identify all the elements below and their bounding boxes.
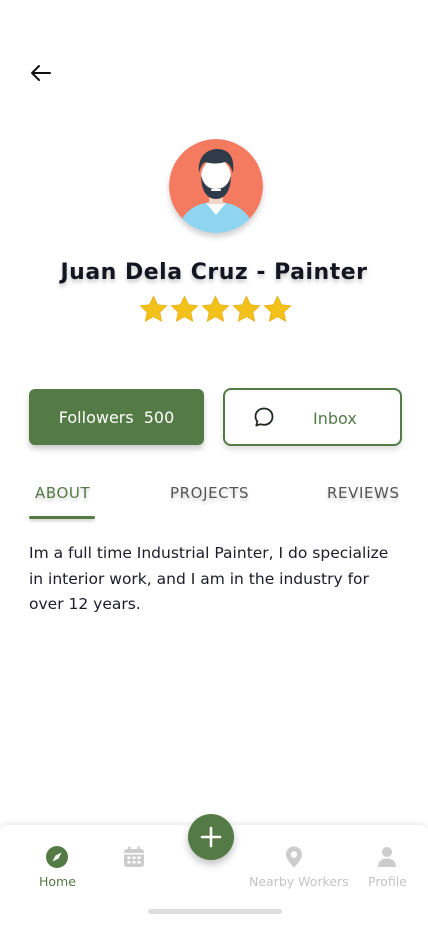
followers-button[interactable]: Followers 500 xyxy=(29,389,204,445)
arrow-left-icon xyxy=(31,65,51,81)
chat-bubble-icon xyxy=(254,407,274,427)
followers-label: Followers xyxy=(58,407,134,427)
nav-home-label: Home xyxy=(39,874,76,889)
about-text: Im a full time Industrial Painter, I do … xyxy=(29,544,389,613)
tab-about[interactable]: ABOUT xyxy=(35,484,90,502)
followers-count: 500 xyxy=(143,407,175,427)
nav-profile[interactable]: Profile xyxy=(366,845,410,893)
nav-calendar[interactable] xyxy=(120,845,148,873)
inbox-button[interactable]: Inbox xyxy=(223,388,402,446)
star-icon xyxy=(170,295,199,322)
rating-stars xyxy=(138,294,294,328)
home-indicator xyxy=(148,909,282,914)
back-button[interactable] xyxy=(28,60,54,86)
nav-home[interactable]: Home xyxy=(30,845,84,893)
plus-icon xyxy=(200,826,222,848)
tab-projects[interactable]: PROJECTS xyxy=(170,484,249,502)
star-icon xyxy=(232,295,261,322)
person-icon xyxy=(378,847,396,867)
avatar xyxy=(169,139,263,233)
profile-name: Juan Dela Cruz - Painter xyxy=(60,260,368,285)
star-icon xyxy=(201,295,230,322)
star-icon xyxy=(263,295,292,322)
active-tab-indicator xyxy=(29,516,95,519)
nav-profile-label: Profile xyxy=(368,874,407,889)
location-pin-icon xyxy=(286,846,302,868)
tab-reviews[interactable]: REVIEWS xyxy=(327,484,400,502)
inbox-label: Inbox xyxy=(313,409,357,428)
nav-nearby-workers[interactable]: Nearby Workers xyxy=(248,845,349,893)
add-button[interactable] xyxy=(188,814,234,860)
calendar-icon xyxy=(124,846,144,867)
nav-nearby-workers-label: Nearby Workers xyxy=(249,874,349,889)
star-icon xyxy=(139,295,168,322)
bearded-man-avatar-icon xyxy=(169,139,263,233)
compass-icon xyxy=(46,846,68,868)
